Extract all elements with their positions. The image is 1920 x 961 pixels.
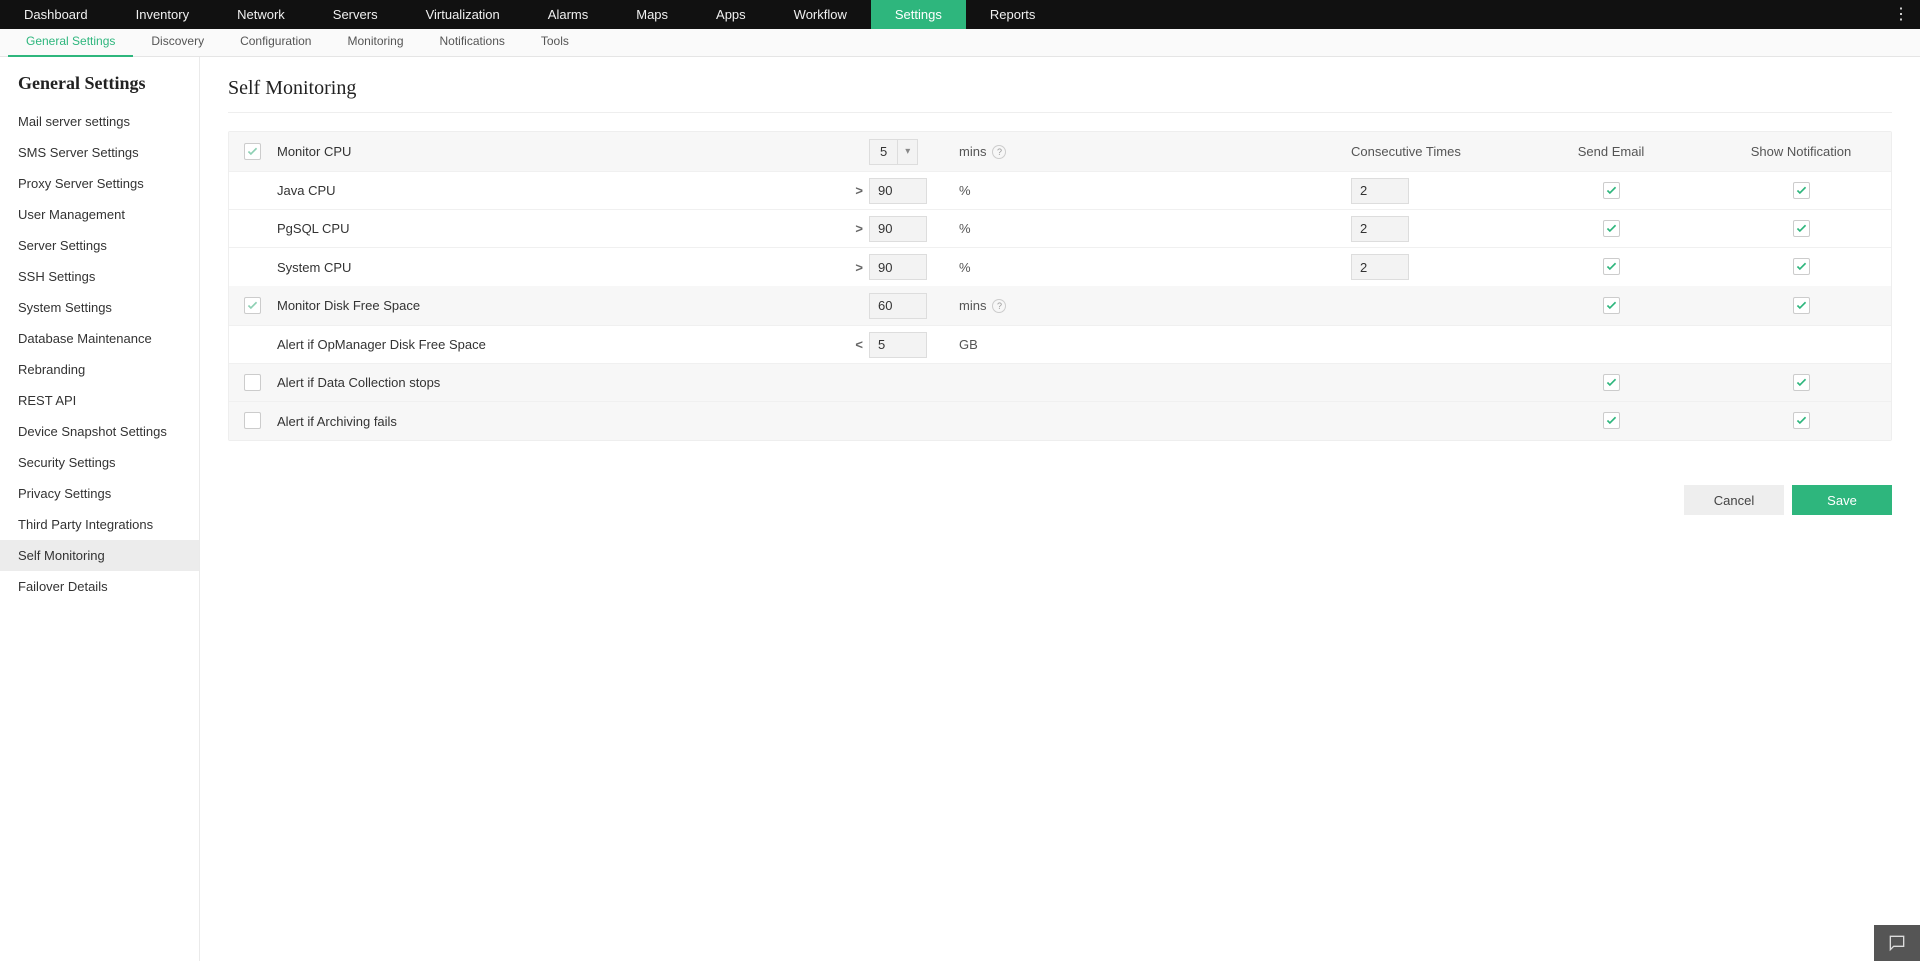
sidebar-item-server-settings[interactable]: Server Settings [0,230,199,261]
col-header-consecutive: Consecutive Times [1351,144,1511,159]
checkbox-archive-email[interactable] [1603,412,1620,429]
checkbox-notif[interactable] [1793,182,1810,199]
sub-nav: General SettingsDiscoveryConfigurationMo… [0,29,1920,57]
checkbox-email[interactable] [1603,220,1620,237]
help-icon[interactable]: ? [992,299,1006,313]
sidebar-item-rest-api[interactable]: REST API [0,385,199,416]
chat-icon[interactable] [1874,925,1920,961]
self-monitoring-grid: Monitor CPU 5 ▾ mins ? Consecutive Times… [228,131,1892,441]
cancel-button[interactable]: Cancel [1684,485,1784,515]
input-disk-threshold[interactable] [869,332,927,358]
input-consecutive[interactable] [1351,254,1409,280]
checkbox-email[interactable] [1603,182,1620,199]
col-header-notification: Show Notification [1711,144,1891,159]
checkbox-monitor-disk[interactable] [244,297,261,314]
help-icon[interactable]: ? [992,145,1006,159]
label-disk-threshold: Alert if OpManager Disk Free Space [275,337,845,352]
main-panel: Self Monitoring Monitor CPU 5 ▾ min [200,57,1920,961]
checkbox-notif[interactable] [1793,258,1810,275]
checkbox-datacoll-email[interactable] [1603,374,1620,391]
sidebar-item-device-snapshot-settings[interactable]: Device Snapshot Settings [0,416,199,447]
row-cpu-java-cpu: Java CPU>% [229,172,1891,210]
sidebar-item-system-settings[interactable]: System Settings [0,292,199,323]
topnav-item-virtualization[interactable]: Virtualization [402,0,524,29]
label: Java CPU [275,183,845,198]
subnav-item-notifications[interactable]: Notifications [422,28,523,57]
checkbox-disk-notif[interactable] [1793,297,1810,314]
input-threshold[interactable] [869,216,927,242]
topnav-item-servers[interactable]: Servers [309,0,402,29]
subnav-item-general-settings[interactable]: General Settings [8,28,133,57]
save-button[interactable]: Save [1792,485,1892,515]
label: System CPU [275,260,845,275]
subnav-item-configuration[interactable]: Configuration [222,28,329,57]
label-archiving: Alert if Archiving fails [275,414,1351,429]
sidebar-item-third-party-integrations[interactable]: Third Party Integrations [0,509,199,540]
topnav-item-apps[interactable]: Apps [692,0,770,29]
checkbox-notif[interactable] [1793,220,1810,237]
label-monitor-disk: Monitor Disk Free Space [275,298,869,313]
sidebar-item-rebranding[interactable]: Rebranding [0,354,199,385]
sidebar-item-mail-server-settings[interactable]: Mail server settings [0,106,199,137]
sidebar-item-failover-details[interactable]: Failover Details [0,571,199,602]
settings-sidebar: General Settings Mail server settingsSMS… [0,57,200,961]
checkbox-datacoll-notif[interactable] [1793,374,1810,391]
action-bar: Cancel Save [228,485,1892,515]
topnav-item-dashboard[interactable]: Dashboard [0,0,112,29]
input-disk-interval[interactable] [869,293,927,319]
input-consecutive[interactable] [1351,216,1409,242]
checkbox-archive-notif[interactable] [1793,412,1810,429]
sidebar-item-self-monitoring[interactable]: Self Monitoring [0,540,199,571]
topnav-item-network[interactable]: Network [213,0,309,29]
row-monitor-cpu: Monitor CPU 5 ▾ mins ? Consecutive Times… [229,132,1891,172]
sidebar-item-database-maintenance[interactable]: Database Maintenance [0,323,199,354]
input-consecutive[interactable] [1351,178,1409,204]
sidebar-item-proxy-server-settings[interactable]: Proxy Server Settings [0,168,199,199]
topnav-item-maps[interactable]: Maps [612,0,692,29]
more-menu-icon[interactable]: ⋮ [1893,0,1908,29]
sidebar-item-user-management[interactable]: User Management [0,199,199,230]
topnav-item-alarms[interactable]: Alarms [524,0,612,29]
row-disk-threshold: Alert if OpManager Disk Free Space < GB [229,326,1891,364]
top-nav: DashboardInventoryNetworkServersVirtuali… [0,0,1920,29]
row-cpu-pgsql-cpu: PgSQL CPU>% [229,210,1891,248]
row-archiving: Alert if Archiving fails [229,402,1891,440]
checkbox-email[interactable] [1603,258,1620,275]
row-monitor-disk: Monitor Disk Free Space mins ? [229,286,1891,326]
checkbox-disk-email[interactable] [1603,297,1620,314]
subnav-item-discovery[interactable]: Discovery [133,28,222,57]
checkbox-data-collection[interactable] [244,374,261,391]
checkbox-monitor-cpu[interactable] [244,143,261,160]
sidebar-item-ssh-settings[interactable]: SSH Settings [0,261,199,292]
topnav-item-settings[interactable]: Settings [871,0,966,29]
checkbox-archiving[interactable] [244,412,261,429]
row-data-collection: Alert if Data Collection stops [229,364,1891,402]
sidebar-item-sms-server-settings[interactable]: SMS Server Settings [0,137,199,168]
sidebar-item-privacy-settings[interactable]: Privacy Settings [0,478,199,509]
subnav-item-tools[interactable]: Tools [523,28,587,57]
label-monitor-cpu: Monitor CPU [275,144,869,159]
topnav-item-workflow[interactable]: Workflow [770,0,871,29]
label-data-collection: Alert if Data Collection stops [275,375,1351,390]
topnav-item-reports[interactable]: Reports [966,0,1060,29]
row-cpu-system-cpu: System CPU>% [229,248,1891,286]
subnav-item-monitoring[interactable]: Monitoring [329,28,421,57]
sidebar-title: General Settings [0,73,199,106]
topnav-item-inventory[interactable]: Inventory [112,0,213,29]
col-header-email: Send Email [1511,144,1711,159]
page-title: Self Monitoring [228,77,1892,113]
input-threshold[interactable] [869,178,927,204]
sidebar-item-security-settings[interactable]: Security Settings [0,447,199,478]
input-threshold[interactable] [869,254,927,280]
dropdown-cpu-interval[interactable]: 5 ▾ [869,139,918,165]
chevron-down-icon: ▾ [897,140,917,164]
label: PgSQL CPU [275,221,845,236]
